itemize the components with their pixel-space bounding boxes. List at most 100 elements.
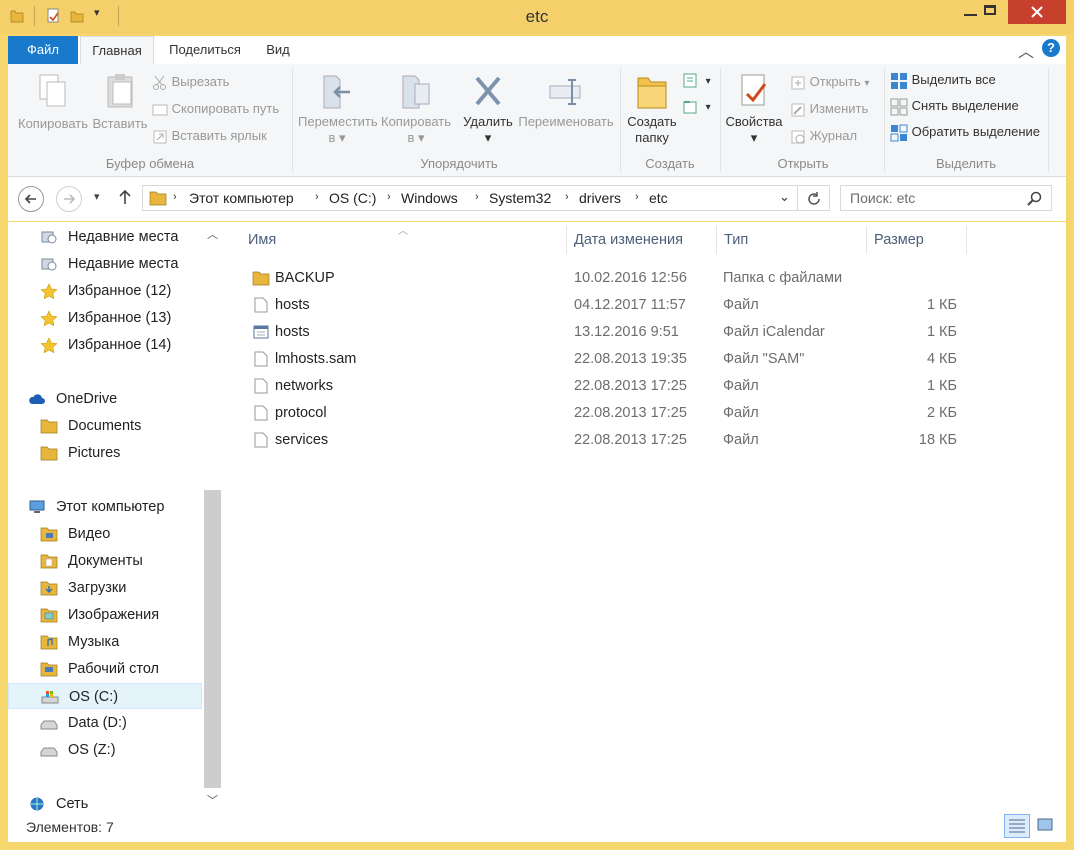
nav-item[interactable]: Видео bbox=[8, 521, 202, 547]
collapse-ribbon-icon[interactable]: ︿ bbox=[1018, 38, 1034, 62]
back-arrow-icon bbox=[24, 194, 36, 204]
file-name: networks bbox=[275, 378, 334, 394]
refresh-icon bbox=[808, 192, 820, 205]
nav-item[interactable]: Сеть bbox=[8, 791, 202, 812]
documents-folder-icon bbox=[40, 554, 58, 569]
details-view-button[interactable] bbox=[1004, 814, 1030, 838]
paste-button[interactable]: Вставить bbox=[92, 72, 148, 132]
file-size: 1 КБ bbox=[926, 378, 957, 394]
breadcrumb-system32[interactable]: System32 bbox=[489, 190, 551, 206]
cut-button[interactable]: Вырезать bbox=[152, 72, 229, 92]
breadcrumb-drivers[interactable]: drivers bbox=[579, 190, 621, 206]
copy-path-button[interactable]: Скопировать путь bbox=[152, 99, 279, 119]
breadcrumb-etc[interactable]: etc bbox=[649, 190, 668, 206]
breadcrumb-windows[interactable]: Windows bbox=[401, 190, 458, 206]
column-header-name[interactable]: Имя bbox=[248, 232, 276, 248]
move-to-button[interactable]: Переместить в ▾ bbox=[298, 72, 378, 146]
rename-button[interactable]: Переименовать bbox=[518, 72, 614, 130]
nav-item[interactable]: Документы bbox=[8, 548, 202, 574]
nav-item[interactable]: Documents bbox=[8, 413, 202, 439]
tab-home[interactable]: Главная bbox=[80, 36, 154, 65]
sort-ascending-icon: ︿ bbox=[398, 226, 408, 237]
nav-item[interactable]: Data (D:) bbox=[8, 710, 202, 736]
column-header-date[interactable]: Дата изменения bbox=[574, 232, 683, 248]
large-icons-view-button[interactable] bbox=[1032, 814, 1058, 838]
scroll-down-icon[interactable]: ﹀ bbox=[207, 792, 218, 808]
select-none-button[interactable]: Снять выделение bbox=[890, 96, 1019, 116]
refresh-button[interactable] bbox=[798, 185, 830, 211]
search-input[interactable]: Поиск: etc bbox=[840, 185, 1052, 211]
select-all-button[interactable]: Выделить все bbox=[890, 70, 996, 90]
nav-item[interactable]: Pictures bbox=[8, 440, 202, 466]
tab-file[interactable]: Файл bbox=[8, 36, 78, 64]
invert-selection-button[interactable]: Обратить выделение bbox=[890, 122, 1040, 142]
help-icon[interactable]: ? bbox=[1042, 39, 1060, 57]
file-row[interactable]: hosts 13.12.2016 9:51 Файл iCalendar 1 КБ bbox=[240, 319, 1040, 345]
nav-item[interactable]: Изображения bbox=[8, 602, 202, 628]
back-button[interactable] bbox=[18, 186, 44, 212]
up-button[interactable] bbox=[118, 188, 132, 209]
tab-share[interactable]: Поделиться bbox=[158, 36, 252, 64]
nav-item[interactable]: OS (Z:) bbox=[8, 737, 202, 763]
item-count: Элементов: 7 bbox=[26, 819, 114, 835]
address-bar[interactable]: › Этот компьютер › OS (C:) › Windows › S… bbox=[142, 185, 798, 211]
properties-button[interactable]: Свойства ▾ bbox=[724, 72, 784, 146]
address-history-dropdown[interactable]: ⌄ bbox=[779, 189, 790, 205]
nav-item[interactable]: OneDrive bbox=[8, 386, 202, 412]
nav-item-label: Data (D:) bbox=[68, 715, 127, 731]
star-icon bbox=[40, 337, 58, 353]
scroll-up-icon[interactable]: ︿ bbox=[207, 226, 218, 242]
breadcrumb-os-c[interactable]: OS (C:) bbox=[329, 190, 376, 206]
nav-item-label: Видео bbox=[68, 526, 111, 542]
downloads-folder-icon bbox=[40, 581, 58, 596]
forward-button[interactable] bbox=[56, 186, 82, 212]
nav-item[interactable]: Избранное (12) bbox=[8, 278, 202, 304]
ribbon-tab-bar: Файл Главная Поделиться Вид ︿ ? bbox=[8, 36, 1066, 65]
delete-button[interactable]: Удалить ▾ bbox=[460, 72, 516, 146]
open-button[interactable]: Открыть ▾ bbox=[790, 72, 869, 92]
nav-item-label: Documents bbox=[68, 418, 142, 434]
file-row[interactable]: hosts 04.12.2017 11:57 Файл 1 КБ bbox=[240, 292, 1040, 318]
nav-item[interactable]: Недавние места bbox=[8, 224, 202, 250]
new-item-button[interactable]: ▾ bbox=[682, 70, 711, 90]
close-button[interactable] bbox=[1008, 0, 1066, 24]
nav-item[interactable]: OS (C:) bbox=[8, 683, 202, 709]
easy-access-button[interactable]: ▾ bbox=[682, 96, 711, 116]
edit-button[interactable]: Изменить bbox=[790, 99, 868, 119]
file-row[interactable]: networks 22.08.2013 17:25 Файл 1 КБ bbox=[240, 373, 1040, 399]
nav-scrollbar-thumb[interactable] bbox=[204, 490, 221, 788]
large-icons-view-icon bbox=[1037, 818, 1053, 831]
file-row[interactable]: protocol 22.08.2013 17:25 Файл 2 КБ bbox=[240, 400, 1040, 426]
nav-item[interactable]: Недавние места bbox=[8, 251, 202, 277]
column-header-type[interactable]: Тип bbox=[724, 232, 748, 248]
nav-item[interactable]: Этот компьютер bbox=[8, 494, 202, 520]
copy-to-button[interactable]: Копировать в ▾ bbox=[378, 72, 454, 146]
nav-item[interactable]: Музыка bbox=[8, 629, 202, 655]
nav-item-label: Недавние места bbox=[68, 256, 179, 272]
desktop-folder-icon bbox=[40, 662, 58, 677]
nav-item-label: Избранное (13) bbox=[68, 310, 172, 326]
file-type: Файл bbox=[723, 297, 759, 313]
copy-button[interactable]: Копировать bbox=[14, 72, 92, 132]
nav-item[interactable]: Избранное (13) bbox=[8, 305, 202, 331]
easy-access-icon bbox=[683, 100, 697, 114]
recent-locations-dropdown[interactable]: ▾ bbox=[94, 190, 100, 203]
column-header-size[interactable]: Размер bbox=[874, 232, 924, 248]
paste-shortcut-button[interactable]: Вставить ярлык bbox=[152, 126, 267, 146]
move-to-icon bbox=[323, 75, 350, 109]
tab-view[interactable]: Вид bbox=[256, 36, 300, 64]
maximize-button[interactable] bbox=[978, 0, 1004, 24]
nav-item[interactable]: Рабочий стол bbox=[8, 656, 202, 682]
navigation-pane: Недавние места Недавние места Избранное (1… bbox=[8, 222, 222, 812]
breadcrumb-this-pc[interactable]: Этот компьютер bbox=[189, 190, 294, 206]
nav-item[interactable]: Загрузки bbox=[8, 575, 202, 601]
file-type: Файл bbox=[723, 378, 759, 394]
nav-item[interactable]: Избранное (14) bbox=[8, 332, 202, 358]
history-button[interactable]: Журнал bbox=[790, 126, 857, 146]
file-row[interactable]: lmhosts.sam 22.08.2013 19:35 Файл "SAM" 4 К… bbox=[240, 346, 1040, 372]
invert-selection-icon bbox=[890, 124, 908, 142]
new-folder-button[interactable]: Создать папку bbox=[624, 72, 680, 146]
address-row: ▾ › Этот компьютер › OS (C:) › Windows ›… bbox=[8, 177, 1066, 221]
file-row[interactable]: services 22.08.2013 17:25 Файл 18 КБ bbox=[240, 427, 1040, 453]
file-row[interactable]: BACKUP 10.02.2016 12:56 Папка с файлами bbox=[240, 265, 1040, 291]
